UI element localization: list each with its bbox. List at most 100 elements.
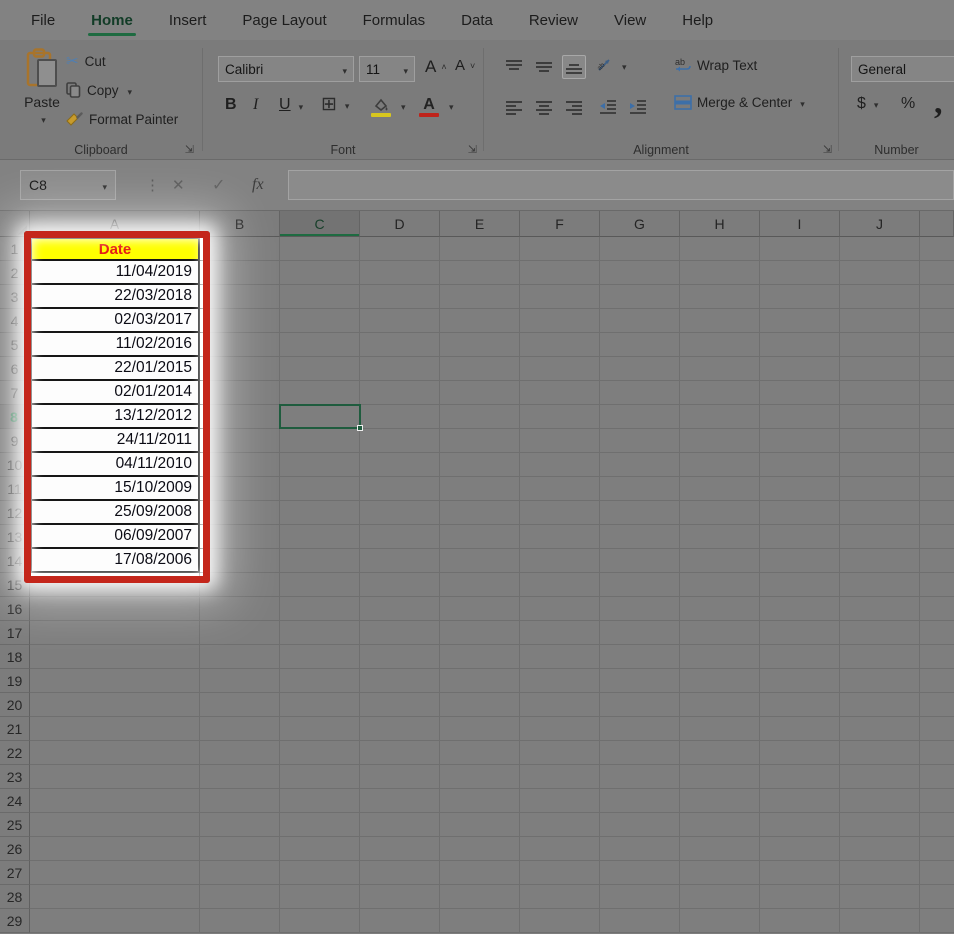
tab-data[interactable]: Data (446, 0, 508, 40)
cell-C27[interactable] (280, 861, 360, 885)
row-header-27[interactable]: 27 (0, 861, 30, 885)
copy-button[interactable]: Copy (66, 82, 132, 98)
cell-J2[interactable] (840, 261, 920, 285)
cell-J5[interactable] (840, 333, 920, 357)
cell-I12[interactable] (760, 501, 840, 525)
align-left-button[interactable] (502, 95, 526, 119)
tab-help[interactable]: Help (667, 0, 728, 40)
cell-D18[interactable] (360, 645, 440, 669)
enter-icon[interactable] (212, 175, 225, 195)
cell-A17[interactable] (30, 621, 200, 645)
cut-button[interactable]: Cut (66, 52, 106, 70)
italic-button[interactable]: I (253, 96, 258, 114)
cell-F19[interactable] (520, 669, 600, 693)
cell-E25[interactable] (440, 813, 520, 837)
cell-J13[interactable] (840, 525, 920, 549)
cell-J28[interactable] (840, 885, 920, 909)
copy-dropdown-arrow[interactable] (125, 83, 133, 98)
cell-E7[interactable] (440, 381, 520, 405)
font-size-select[interactable]: 11 (359, 56, 415, 82)
cell-E19[interactable] (440, 669, 520, 693)
cell-G22[interactable] (600, 741, 680, 765)
cell-F17[interactable] (520, 621, 600, 645)
cell-J20[interactable] (840, 693, 920, 717)
cell-B12[interactable] (200, 501, 280, 525)
cell-D17[interactable] (360, 621, 440, 645)
row-header-29[interactable]: 29 (0, 909, 30, 933)
cell-B9[interactable] (200, 429, 280, 453)
cell-G12[interactable] (600, 501, 680, 525)
cell-F2[interactable] (520, 261, 600, 285)
cell-H23[interactable] (680, 765, 760, 789)
cell-H7[interactable] (680, 381, 760, 405)
cell-H19[interactable] (680, 669, 760, 693)
cell-C2[interactable] (280, 261, 360, 285)
cell-H13[interactable] (680, 525, 760, 549)
bold-button[interactable]: B (225, 96, 237, 114)
cell-A20[interactable] (30, 693, 200, 717)
cell-J18[interactable] (840, 645, 920, 669)
cell-E6[interactable] (440, 357, 520, 381)
cell-D12[interactable] (360, 501, 440, 525)
cell-E16[interactable] (440, 597, 520, 621)
cell-G21[interactable] (600, 717, 680, 741)
cell-C9[interactable] (280, 429, 360, 453)
cell-D7[interactable] (360, 381, 440, 405)
cell-B23[interactable] (200, 765, 280, 789)
cell-H12[interactable] (680, 501, 760, 525)
column-header-J[interactable]: J (840, 211, 920, 237)
increase-font-button[interactable]: A˄ (425, 57, 447, 77)
cell-A29[interactable] (30, 909, 200, 933)
cell-E1[interactable] (440, 237, 520, 261)
cell-C1[interactable] (280, 237, 360, 261)
cell-B13[interactable] (200, 525, 280, 549)
cell-C6[interactable] (280, 357, 360, 381)
cell-B11[interactable] (200, 477, 280, 501)
cell-H21[interactable] (680, 717, 760, 741)
cell-F1[interactable] (520, 237, 600, 261)
cell-D22[interactable] (360, 741, 440, 765)
cell-J17[interactable] (840, 621, 920, 645)
cell-H8[interactable] (680, 405, 760, 429)
font-color-button[interactable]: A (417, 93, 454, 117)
cell-G7[interactable] (600, 381, 680, 405)
cell-I1[interactable] (760, 237, 840, 261)
cell-D20[interactable] (360, 693, 440, 717)
cell-E26[interactable] (440, 837, 520, 861)
cell-J24[interactable] (840, 789, 920, 813)
cell-H15[interactable] (680, 573, 760, 597)
cell-F7[interactable] (520, 381, 600, 405)
cell-J26[interactable] (840, 837, 920, 861)
cell-G13[interactable] (600, 525, 680, 549)
cell-A23[interactable] (30, 765, 200, 789)
cell-I13[interactable] (760, 525, 840, 549)
cell-J16[interactable] (840, 597, 920, 621)
cell-J27[interactable] (840, 861, 920, 885)
row-header-24[interactable]: 24 (0, 789, 30, 813)
cell-C25[interactable] (280, 813, 360, 837)
cell-E12[interactable] (440, 501, 520, 525)
middle-align-button[interactable] (532, 55, 556, 79)
tab-review[interactable]: Review (514, 0, 593, 40)
cell-J1[interactable] (840, 237, 920, 261)
cell-E29[interactable] (440, 909, 520, 933)
cell-H17[interactable] (680, 621, 760, 645)
cell-D4[interactable] (360, 309, 440, 333)
cell-I9[interactable] (760, 429, 840, 453)
cell-H5[interactable] (680, 333, 760, 357)
cell-I22[interactable] (760, 741, 840, 765)
cell-H28[interactable] (680, 885, 760, 909)
cell-I28[interactable] (760, 885, 840, 909)
cell-D29[interactable] (360, 909, 440, 933)
cell-G5[interactable] (600, 333, 680, 357)
cell-F5[interactable] (520, 333, 600, 357)
cell-D14[interactable] (360, 549, 440, 573)
cell-J8[interactable] (840, 405, 920, 429)
cell-G8[interactable] (600, 405, 680, 429)
cell-F3[interactable] (520, 285, 600, 309)
cell-C22[interactable] (280, 741, 360, 765)
column-header-D[interactable]: D (360, 211, 440, 237)
cell-B6[interactable] (200, 357, 280, 381)
selected-cell-C8[interactable] (279, 404, 361, 429)
cell-D15[interactable] (360, 573, 440, 597)
